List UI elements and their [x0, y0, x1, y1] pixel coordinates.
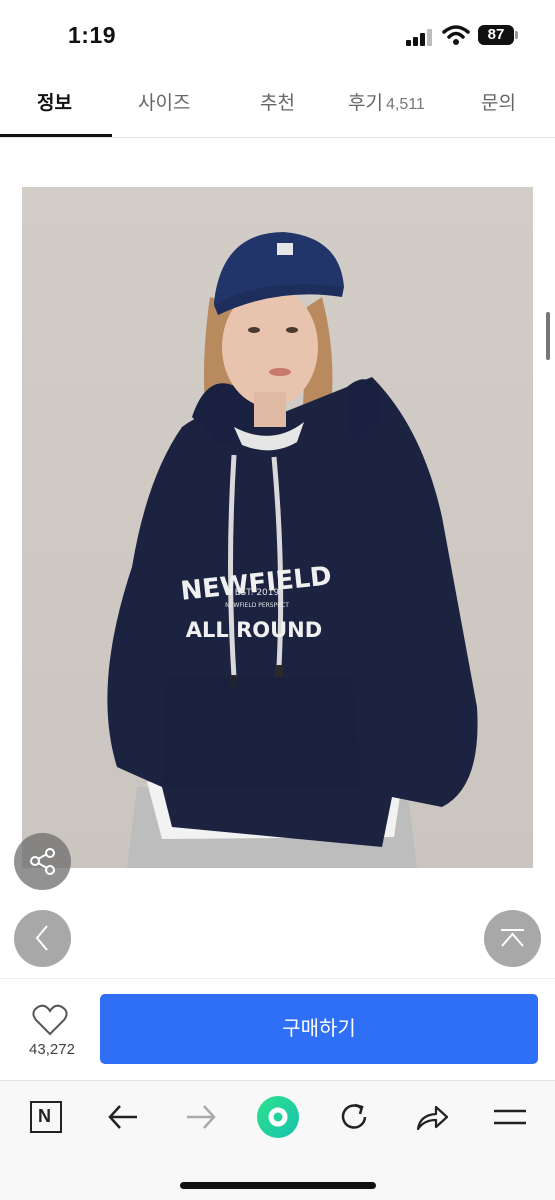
scroll-to-top-button[interactable] — [484, 910, 541, 967]
battery-tip — [515, 31, 518, 39]
tab-reviews[interactable]: 후기 4,511 — [348, 88, 425, 115]
reload-icon[interactable] — [334, 1097, 374, 1137]
tab-reviews-label: 후기 — [348, 93, 383, 114]
share-arrow-icon[interactable] — [412, 1097, 452, 1137]
battery-indicator: 87 — [478, 25, 514, 45]
arrow-to-top-icon — [501, 929, 524, 947]
naver-n-icon[interactable]: N — [26, 1097, 66, 1137]
tab-inquiry[interactable]: 문의 — [481, 88, 516, 115]
tab-info[interactable]: 정보 — [37, 88, 72, 115]
buy-button[interactable]: 구매하기 — [100, 994, 538, 1064]
heart-icon[interactable] — [32, 1004, 68, 1036]
home-indicator — [180, 1182, 376, 1189]
previous-page-button[interactable] — [14, 910, 71, 967]
forward-arrow-icon[interactable] — [180, 1097, 220, 1137]
naver-n-label: N — [38, 1106, 51, 1126]
scrollbar-thumb[interactable] — [546, 312, 550, 360]
green-dot-home-icon[interactable] — [256, 1095, 300, 1139]
print-perspect: NEWFIELD PERSPECT — [225, 602, 289, 609]
status-bar: 1:19 87 — [0, 0, 555, 72]
tab-size[interactable]: 사이즈 — [138, 88, 190, 115]
chevron-left-icon — [35, 925, 48, 951]
like-count: 43,272 — [29, 1041, 75, 1058]
product-image[interactable]: NEWFIELD EST. 2019 NEWFIELD PERSPECT ALL… — [22, 187, 533, 868]
tab-recommend[interactable]: 추천 — [260, 88, 295, 115]
share-icon — [30, 848, 55, 875]
print-all-round: ALL ROUND — [186, 618, 322, 642]
menu-icon[interactable] — [490, 1097, 530, 1137]
back-arrow-icon[interactable] — [104, 1097, 144, 1137]
tab-bar: 정보 사이즈 추천 후기 4,511 문의 — [0, 72, 555, 138]
active-tab-underline — [0, 134, 112, 137]
share-button[interactable] — [14, 833, 71, 890]
print-est: EST. 2019 — [235, 588, 280, 598]
tab-reviews-count: 4,511 — [385, 96, 425, 113]
status-time: 1:19 — [68, 22, 117, 48]
signal-icon — [406, 28, 434, 46]
wifi-icon — [442, 25, 470, 45]
